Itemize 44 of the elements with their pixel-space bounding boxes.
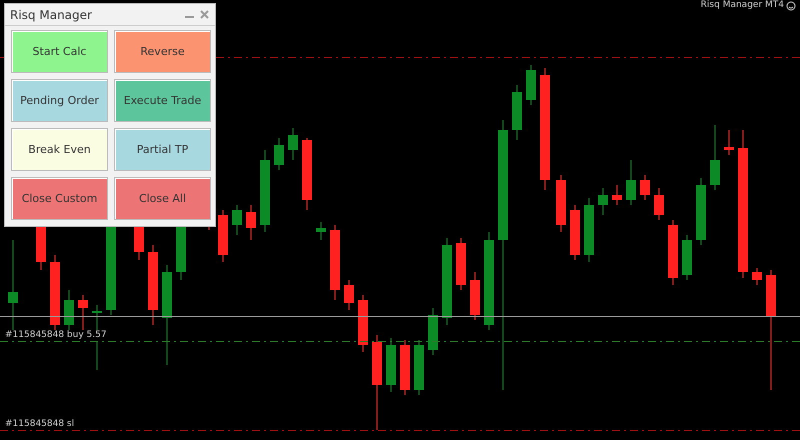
candle (456, 238, 466, 290)
candle (682, 234, 692, 280)
candle (358, 294, 368, 352)
candle (414, 340, 424, 396)
candle (232, 204, 242, 236)
expert-label: Risq Manager MT4 (700, 0, 784, 11)
candle (386, 338, 396, 392)
action-button[interactable]: Break Even (11, 128, 108, 171)
candle (400, 340, 410, 396)
action-button[interactable]: Close Custom (11, 177, 108, 220)
action-button[interactable]: Pending Order (11, 79, 108, 122)
candle (246, 204, 256, 240)
candle (584, 198, 594, 262)
candle (724, 130, 734, 156)
candle (344, 280, 354, 310)
candle (526, 64, 536, 106)
candle (274, 138, 284, 170)
order-label: #115845848 buy 5.57 (5, 330, 107, 341)
action-button[interactable]: Start Calc (11, 30, 108, 73)
candle (654, 188, 664, 220)
candle (612, 184, 622, 206)
candle (598, 188, 608, 216)
window-title: Risq Manager (10, 8, 93, 22)
candle (626, 160, 636, 206)
candle (64, 290, 74, 330)
close-icon[interactable] (200, 10, 209, 19)
candle (752, 268, 762, 286)
action-button[interactable]: Close All (114, 177, 211, 220)
candle (710, 124, 720, 190)
candle (640, 174, 650, 200)
smiley-icon (786, 0, 796, 10)
action-button[interactable]: Reverse (114, 30, 211, 73)
candle (218, 210, 228, 262)
candle (556, 174, 566, 232)
action-button[interactable]: Partial TP (114, 128, 211, 171)
candle (428, 308, 438, 356)
action-button[interactable]: Execute Trade (114, 79, 211, 122)
candle (570, 204, 580, 260)
candle (512, 84, 522, 140)
candle (668, 220, 678, 286)
candle (288, 128, 298, 160)
candle (470, 272, 480, 320)
candle (316, 222, 326, 240)
candle (696, 178, 706, 246)
